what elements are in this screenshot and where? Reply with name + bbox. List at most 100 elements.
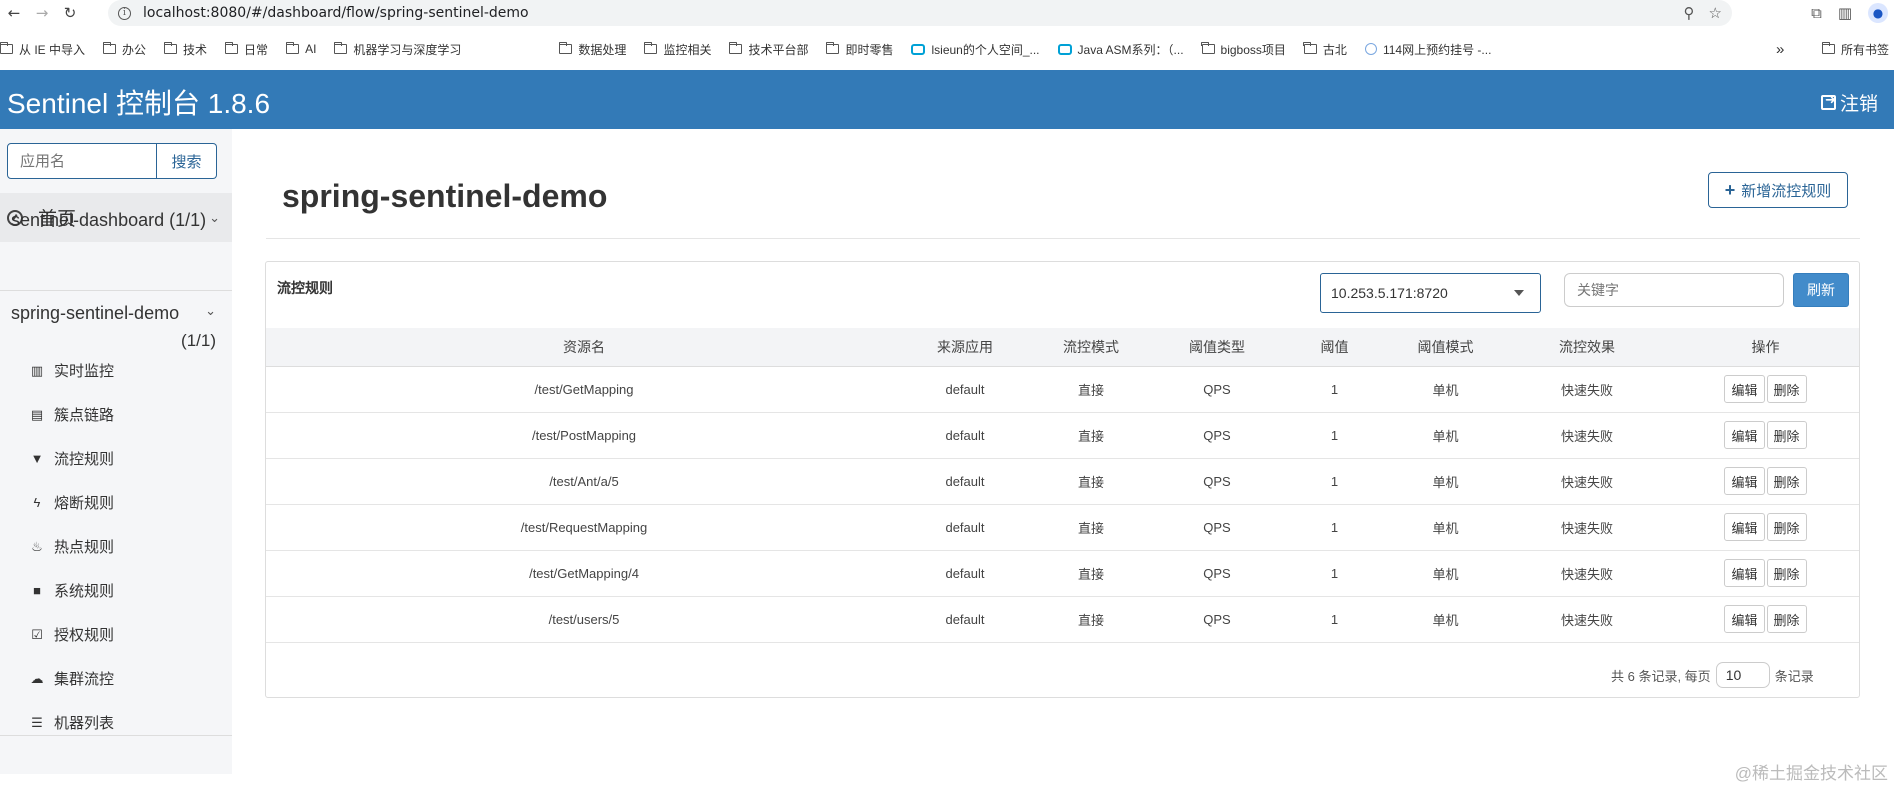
profile-avatar-icon[interactable]: ●: [1868, 3, 1888, 23]
flow-rules-table: 资源名 来源应用 流控模式 阈值类型 阈值 阈值模式 流控效果 操作 /test/GetMap…: [266, 328, 1859, 643]
sidebar-item-2[interactable]: ▼ 流控规则: [30, 448, 114, 469]
pagination: 共 6 条记录, 每页 条记录: [1611, 662, 1814, 688]
sidebar-item-0[interactable]: ▥ 实时监控: [30, 360, 114, 381]
sidebar-item-3[interactable]: ϟ 熔断规则: [30, 492, 114, 513]
edit-button[interactable]: 编辑: [1724, 605, 1765, 633]
bookmark-item[interactable]: 技术平台部: [728, 41, 808, 58]
sidebar-item-label: 簇点链路: [54, 407, 115, 424]
machine-select[interactable]: 10.253.5.171:8720: [1320, 273, 1541, 313]
bookmark-item[interactable]: AI: [285, 42, 316, 56]
chevron-down-icon: ⌄: [205, 303, 216, 318]
bookmark-item[interactable]: 监控相关: [643, 41, 712, 58]
sidebar-item-4[interactable]: ♨ 热点规则: [30, 536, 114, 557]
bookmark-item[interactable]: 从 IE 中导入: [0, 41, 85, 58]
bookmark-label: 即时零售: [845, 42, 894, 57]
delete-button[interactable]: 删除: [1766, 559, 1807, 587]
folder-icon: [163, 42, 178, 54]
bookmark-item[interactable]: 办公: [102, 41, 146, 58]
column-header: 来源应用: [902, 328, 1028, 367]
edit-button[interactable]: 编辑: [1724, 375, 1765, 403]
delete-button[interactable]: 删除: [1766, 421, 1807, 449]
reload-icon[interactable]: ↻: [56, 0, 84, 26]
table-cell: QPS: [1154, 366, 1280, 413]
table-cell-actions: 编辑 删除: [1672, 366, 1859, 413]
table-cell: /test/RequestMapping: [266, 504, 902, 551]
delete-button[interactable]: 删除: [1766, 513, 1807, 541]
bookmark-item[interactable]: 古北: [1303, 41, 1347, 58]
main-content: spring-sentinel-demo + 新增流控规则 流控规则 10.25…: [232, 148, 1894, 773]
delete-button[interactable]: 删除: [1766, 605, 1807, 633]
bookmark-label: 监控相关: [663, 42, 712, 57]
add-flow-rule-button[interactable]: + 新增流控规则: [1708, 172, 1848, 208]
logout-link[interactable]: 注销: [1820, 89, 1878, 116]
bookmark-label: bigboss项目: [1220, 42, 1286, 57]
edit-button[interactable]: 编辑: [1724, 559, 1765, 587]
side-panel-icon[interactable]: ▥: [1838, 4, 1852, 22]
app-search: 搜索: [7, 143, 217, 179]
info-icon[interactable]: i: [118, 6, 131, 20]
edit-button[interactable]: 编辑: [1724, 421, 1765, 449]
delete-button[interactable]: 删除: [1766, 467, 1807, 495]
keyword-input[interactable]: [1564, 273, 1784, 307]
folder-icon: [1201, 42, 1215, 54]
table-cell: 1: [1280, 504, 1389, 551]
app-name: spring-sentinel-demo: [11, 303, 180, 323]
bookmark-label: lsieun的个人空间_...: [931, 42, 1040, 57]
zoom-icon[interactable]: ⚲: [1684, 4, 1695, 22]
sidebar-item-5[interactable]: ■ 系统规则: [30, 580, 114, 601]
bookmark-item[interactable]: 机器学习与深度学习: [333, 41, 461, 58]
bilibili-icon: [1057, 43, 1072, 55]
forward-arrow-icon[interactable]: →: [28, 0, 56, 26]
sidebar-item-label: 熔断规则: [54, 495, 115, 512]
url-text[interactable]: localhost:8080/#/dashboard/flow/spring-s…: [143, 5, 529, 21]
table-cell: 直接: [1028, 596, 1154, 643]
sidebar-app-sentinel-dashboard[interactable]: sentinel-dashboard (1/1) ⌄: [0, 210, 232, 231]
table-cell: 单机: [1389, 596, 1502, 643]
extensions-icon[interactable]: ⧉: [1811, 4, 1822, 22]
back-arrow-icon[interactable]: ←: [0, 0, 28, 26]
table-cell: default: [902, 550, 1028, 597]
sidebar-item-label: 授权规则: [54, 627, 115, 644]
sidebar-app-spring-sentinel-demo[interactable]: spring-sentinel-demo ⌄: [0, 303, 232, 324]
table-cell: 单机: [1389, 366, 1502, 413]
table-cell: /test/users/5: [266, 596, 902, 643]
globe-icon: [1364, 43, 1377, 55]
bookmark-item[interactable]: Java ASM系列：（...: [1057, 41, 1184, 58]
sidebar-item-8[interactable]: ☰ 机器列表: [30, 712, 114, 733]
all-bookmarks[interactable]: 所有书签: [1821, 41, 1889, 58]
app-title[interactable]: Sentinel 控制台 1.8.6: [7, 82, 270, 122]
sidebar-item-1[interactable]: ▤ 簇点链路: [30, 404, 114, 425]
flow-rules-panel: 流控规则 10.253.5.171:8720 刷新 资源名来源应用流控模式阈值类…: [265, 261, 1860, 698]
bookmark-item[interactable]: 日常: [224, 41, 268, 58]
bookmark-item[interactable]: 技术: [163, 41, 207, 58]
folder-icon: [333, 42, 348, 54]
delete-button[interactable]: 删除: [1766, 375, 1807, 403]
app-header: Sentinel 控制台 1.8.6 注销: [0, 70, 1894, 129]
app-search-button[interactable]: 搜索: [157, 143, 217, 179]
bookmarks-overflow-icon[interactable]: »: [1776, 41, 1784, 58]
page-size-input[interactable]: [1715, 662, 1770, 688]
list-alt-icon: ▤: [30, 406, 44, 422]
bookmark-item[interactable]: bigboss项目: [1201, 41, 1286, 58]
edit-button[interactable]: 编辑: [1724, 467, 1765, 495]
bookmark-label: 数据处理: [578, 42, 627, 57]
app-search-input[interactable]: [7, 143, 157, 179]
edit-button[interactable]: 编辑: [1724, 513, 1765, 541]
sidebar: 搜索 首页 sentinel-dashboard (1/1) ⌄ spring-…: [0, 129, 232, 774]
pager-prefix: 共 6 条记录, 每页: [1611, 668, 1711, 684]
bookmark-item[interactable]: 数据处理: [558, 41, 627, 58]
address-bar[interactable]: i localhost:8080/#/dashboard/flow/spring…: [108, 0, 1732, 26]
bookmark-item[interactable]: 即时零售: [825, 41, 894, 58]
bookmark-item[interactable]: 114网上预约挂号 -...: [1364, 41, 1491, 58]
refresh-button[interactable]: 刷新: [1793, 273, 1849, 307]
sidebar-item-7[interactable]: ☁ 集群流控: [30, 668, 115, 689]
folder-icon: [102, 42, 117, 54]
check-icon: ☑: [31, 626, 43, 642]
sidebar-item-6[interactable]: ☑ 授权规则: [30, 624, 114, 645]
bilibili-icon: [911, 43, 926, 55]
app-name: sentinel-dashboard: [11, 210, 165, 230]
bookmark-item[interactable]: lsieun的个人空间_...: [911, 41, 1040, 58]
bookmark-label: Java ASM系列：（...: [1077, 42, 1184, 57]
table-cell: 快速失败: [1502, 504, 1672, 551]
bookmark-star-icon[interactable]: ☆: [1709, 4, 1722, 22]
